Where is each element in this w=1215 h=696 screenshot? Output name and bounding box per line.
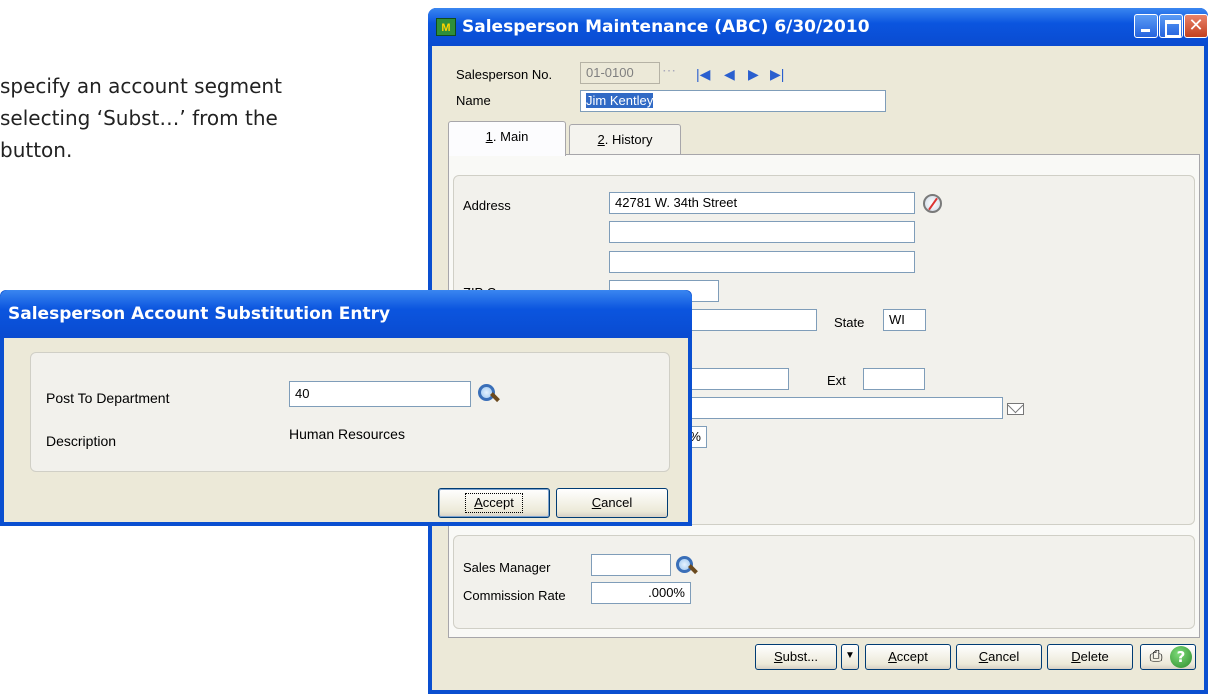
address-line1-field[interactable]: 42781 W. 34th Street: [609, 192, 915, 214]
tab-history-mnemonic: 2: [597, 132, 605, 147]
dialog-accept-label: ccept: [482, 495, 514, 510]
address-line3-field[interactable]: [609, 251, 915, 273]
state-label: State: [834, 315, 865, 330]
sales-manager-label: Sales Manager: [463, 560, 551, 575]
close-icon: ✕: [1188, 15, 1204, 36]
dialog-accept-button[interactable]: Accept: [438, 488, 550, 518]
previous-record-icon[interactable]: ◀: [724, 66, 735, 82]
accept-mnemonic: A: [888, 649, 897, 664]
tab-main-label: . Main: [492, 129, 529, 144]
sales-manager-field[interactable]: [591, 554, 671, 576]
dialog-accept-mnemonic: A: [474, 495, 483, 510]
cancel-button[interactable]: Cancel: [956, 644, 1042, 670]
tab-history-label: . History: [604, 132, 653, 147]
address-label: Address: [463, 198, 511, 213]
description-value: Human Resources: [289, 426, 405, 442]
accept-button[interactable]: Accept: [865, 644, 951, 670]
account-substitution-dialog: Salesperson Account Substitution Entry P…: [0, 290, 692, 526]
app-icon: M: [436, 18, 456, 36]
commission-rate-label: Commission Rate: [463, 588, 566, 603]
lookup-disabled-icon: ⋯: [662, 62, 676, 78]
toolbar-group: ⎙ ?: [1140, 644, 1196, 670]
commission-group: [453, 535, 1195, 629]
post-to-department-field[interactable]: 40: [289, 381, 471, 407]
state-field[interactable]: WI: [883, 309, 926, 331]
name-field[interactable]: Jim Kentley: [580, 90, 886, 112]
subst-label: ubst...: [782, 649, 819, 664]
dialog-title: Salesperson Account Substitution Entry: [8, 304, 391, 324]
first-record-icon[interactable]: |◀: [696, 66, 710, 82]
printer-icon[interactable]: ⎙: [1146, 646, 1166, 668]
main-title-bar[interactable]: M Salesperson Maintenance (ABC) 6/30/201…: [428, 8, 1208, 46]
dialog-group: [30, 352, 670, 472]
dialog-cancel-mnemonic: C: [591, 495, 602, 510]
subst-button[interactable]: Subst...: [755, 644, 837, 670]
department-lookup-icon[interactable]: [476, 383, 498, 405]
sales-manager-lookup-icon[interactable]: [674, 555, 696, 577]
dialog-client: Post To Department 40 Description Human …: [4, 338, 688, 522]
cancel-label: ancel: [988, 649, 1020, 664]
maximize-button[interactable]: [1159, 14, 1183, 38]
delete-button[interactable]: Delete: [1047, 644, 1133, 670]
ext-label: Ext: [827, 373, 846, 388]
name-label: Name: [456, 93, 491, 108]
accept-label: ccept: [896, 649, 928, 664]
commission-rate-field[interactable]: .000%: [591, 582, 691, 604]
subst-mnemonic: S: [773, 649, 783, 664]
dialog-title-bar[interactable]: Salesperson Account Substitution Entry: [0, 290, 692, 338]
description-label: Description: [46, 433, 117, 449]
dialog-cancel-button[interactable]: Cancel: [556, 488, 668, 518]
maximize-icon: [1160, 15, 1182, 37]
minimize-button[interactable]: [1134, 14, 1158, 38]
subst-dropdown-button[interactable]: ▼: [841, 644, 859, 670]
chevron-down-icon: ▼: [845, 650, 855, 661]
tab-main[interactable]: 1. Main: [448, 121, 566, 156]
salesperson-no-field[interactable]: 01-0100: [580, 62, 660, 84]
help-icon[interactable]: ?: [1170, 646, 1192, 668]
tab-main-mnemonic: 1: [485, 129, 493, 144]
salesperson-no-label: Salesperson No.: [456, 67, 553, 82]
main-window-title: Salesperson Maintenance (ABC) 6/30/2010: [462, 17, 870, 37]
cancel-mnemonic: C: [978, 649, 989, 664]
compass-icon[interactable]: [923, 194, 942, 213]
slide-line-1: specify an account segment: [0, 74, 282, 98]
delete-mnemonic: D: [1071, 649, 1081, 664]
next-record-icon[interactable]: ▶: [748, 66, 759, 82]
last-record-icon[interactable]: ▶|: [770, 66, 784, 82]
minimize-icon: [1135, 15, 1157, 37]
ext-field[interactable]: [863, 368, 925, 390]
address-line2-field[interactable]: [609, 221, 915, 243]
slide-line-3: button.: [0, 138, 73, 162]
dialog-cancel-label: ancel: [601, 495, 633, 510]
delete-label: elete: [1080, 649, 1109, 664]
name-value: Jim Kentley: [586, 93, 654, 108]
tab-history[interactable]: 2. History: [569, 124, 681, 156]
email-icon[interactable]: [1007, 403, 1024, 415]
slide-line-2: selecting ‘Subst…’ from the: [0, 106, 278, 130]
post-to-department-label: Post To Department: [46, 390, 170, 406]
close-button[interactable]: ✕: [1184, 14, 1208, 38]
slide-instruction-text: specify an account segment selecting ‘Su…: [0, 70, 420, 166]
dialog-accept-focus: Accept: [465, 493, 523, 513]
